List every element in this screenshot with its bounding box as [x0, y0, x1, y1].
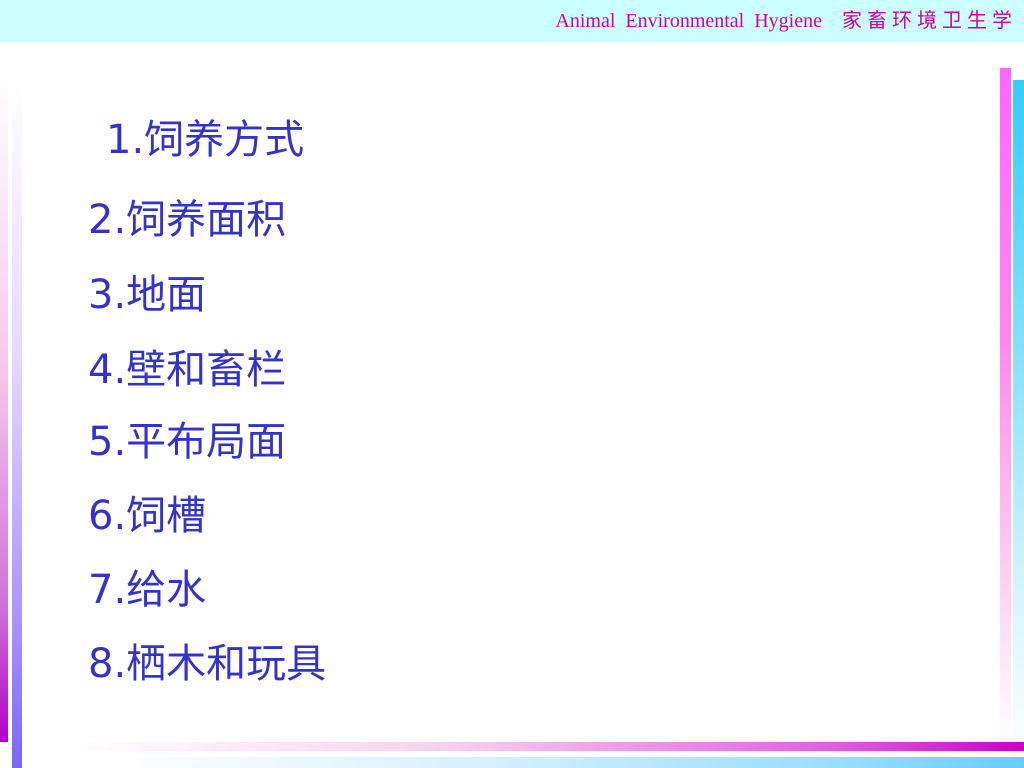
list-item-6: 6.饲槽: [88, 493, 207, 539]
list-item-7: 7.给水: [88, 567, 207, 613]
right-pink-bar: [1000, 68, 1011, 748]
header-bar: Animal Environmental Hygiene 家 畜 环 境 卫 生…: [0, 0, 1024, 42]
course-title: Animal Environmental Hygiene 家 畜 环 境 卫 生…: [555, 10, 1012, 32]
list-item-1: 1.饲养方式: [106, 117, 305, 163]
left-decorative-bar: [12, 78, 22, 768]
list-item-4: 4.壁和畜栏: [88, 347, 287, 393]
bottom-pink-bar: [60, 742, 1024, 751]
right-blue-bar: [1013, 80, 1024, 768]
bottom-blue-bar: [100, 757, 1024, 768]
list-item-3: 3.地面: [88, 272, 207, 318]
list-item-2: 2.饲养面积: [88, 197, 287, 243]
list-item-5: 5.平布局面: [88, 419, 287, 465]
left-edge-decor: [0, 70, 8, 742]
list-item-8: 8.栖木和玩具: [88, 641, 327, 687]
